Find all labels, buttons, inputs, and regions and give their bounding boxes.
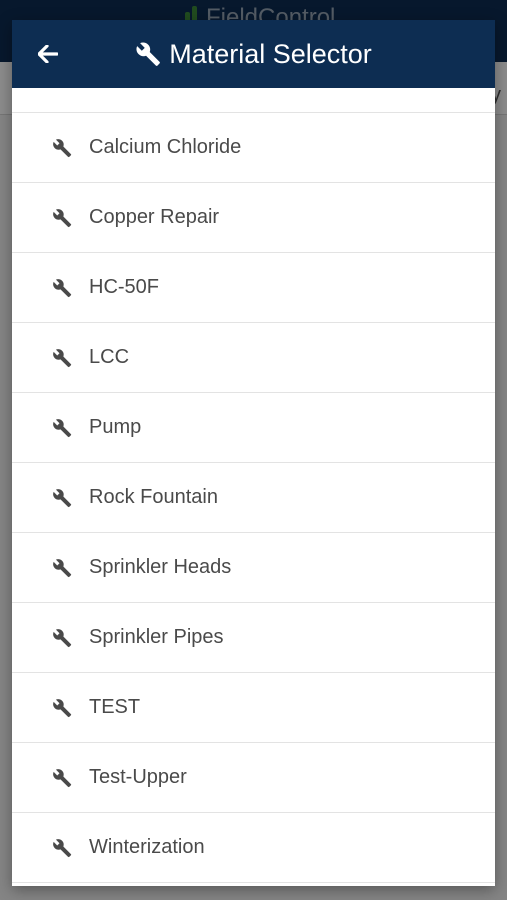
- modal-header: Material Selector: [12, 20, 495, 88]
- material-item[interactable]: Copper Repair: [12, 183, 495, 253]
- material-list: Calcium Chloride Copper Repair HC-50F LC…: [12, 113, 495, 883]
- material-label: LCC: [89, 346, 130, 368]
- wrench-icon: [52, 768, 72, 788]
- modal-title-group: Material Selector: [12, 20, 495, 88]
- material-label: TEST: [89, 696, 141, 718]
- material-label: Winterization: [89, 836, 205, 858]
- wrench-icon: [52, 558, 72, 578]
- material-selector-modal: Material Selector Calcium Chloride Coppe…: [12, 20, 495, 886]
- material-label: Calcium Chloride: [89, 136, 242, 158]
- modal-title: Material Selector: [169, 38, 372, 69]
- wrench-icon: [52, 278, 72, 298]
- material-item[interactable]: Winterization: [12, 813, 495, 883]
- material-item[interactable]: Calcium Chloride: [12, 113, 495, 183]
- wrench-icon: [52, 138, 72, 158]
- wrench-icon: [52, 838, 72, 858]
- material-label: HC-50F: [89, 276, 160, 298]
- material-label: Rock Fountain: [89, 486, 218, 508]
- material-item[interactable]: Sprinkler Heads: [12, 533, 495, 603]
- material-label: Sprinkler Heads: [89, 556, 232, 578]
- material-label: Pump: [89, 416, 142, 438]
- material-item[interactable]: TEST: [12, 673, 495, 743]
- wrench-icon: [52, 418, 72, 438]
- material-item[interactable]: Pump: [12, 393, 495, 463]
- material-label: Test-Upper: [89, 766, 187, 788]
- wrench-icon: [52, 698, 72, 718]
- material-item[interactable]: Rock Fountain: [12, 463, 495, 533]
- wrench-icon: [136, 42, 161, 66]
- list-top-spacer: [12, 88, 495, 113]
- material-item[interactable]: HC-50F: [12, 253, 495, 323]
- wrench-icon: [52, 208, 72, 228]
- material-label: Copper Repair: [89, 206, 220, 228]
- wrench-icon: [52, 488, 72, 508]
- material-item[interactable]: LCC: [12, 323, 495, 393]
- material-label: Sprinkler Pipes: [89, 626, 224, 648]
- wrench-icon: [52, 348, 72, 368]
- material-item[interactable]: Sprinkler Pipes: [12, 603, 495, 673]
- wrench-icon: [52, 628, 72, 648]
- material-item[interactable]: Test-Upper: [12, 743, 495, 813]
